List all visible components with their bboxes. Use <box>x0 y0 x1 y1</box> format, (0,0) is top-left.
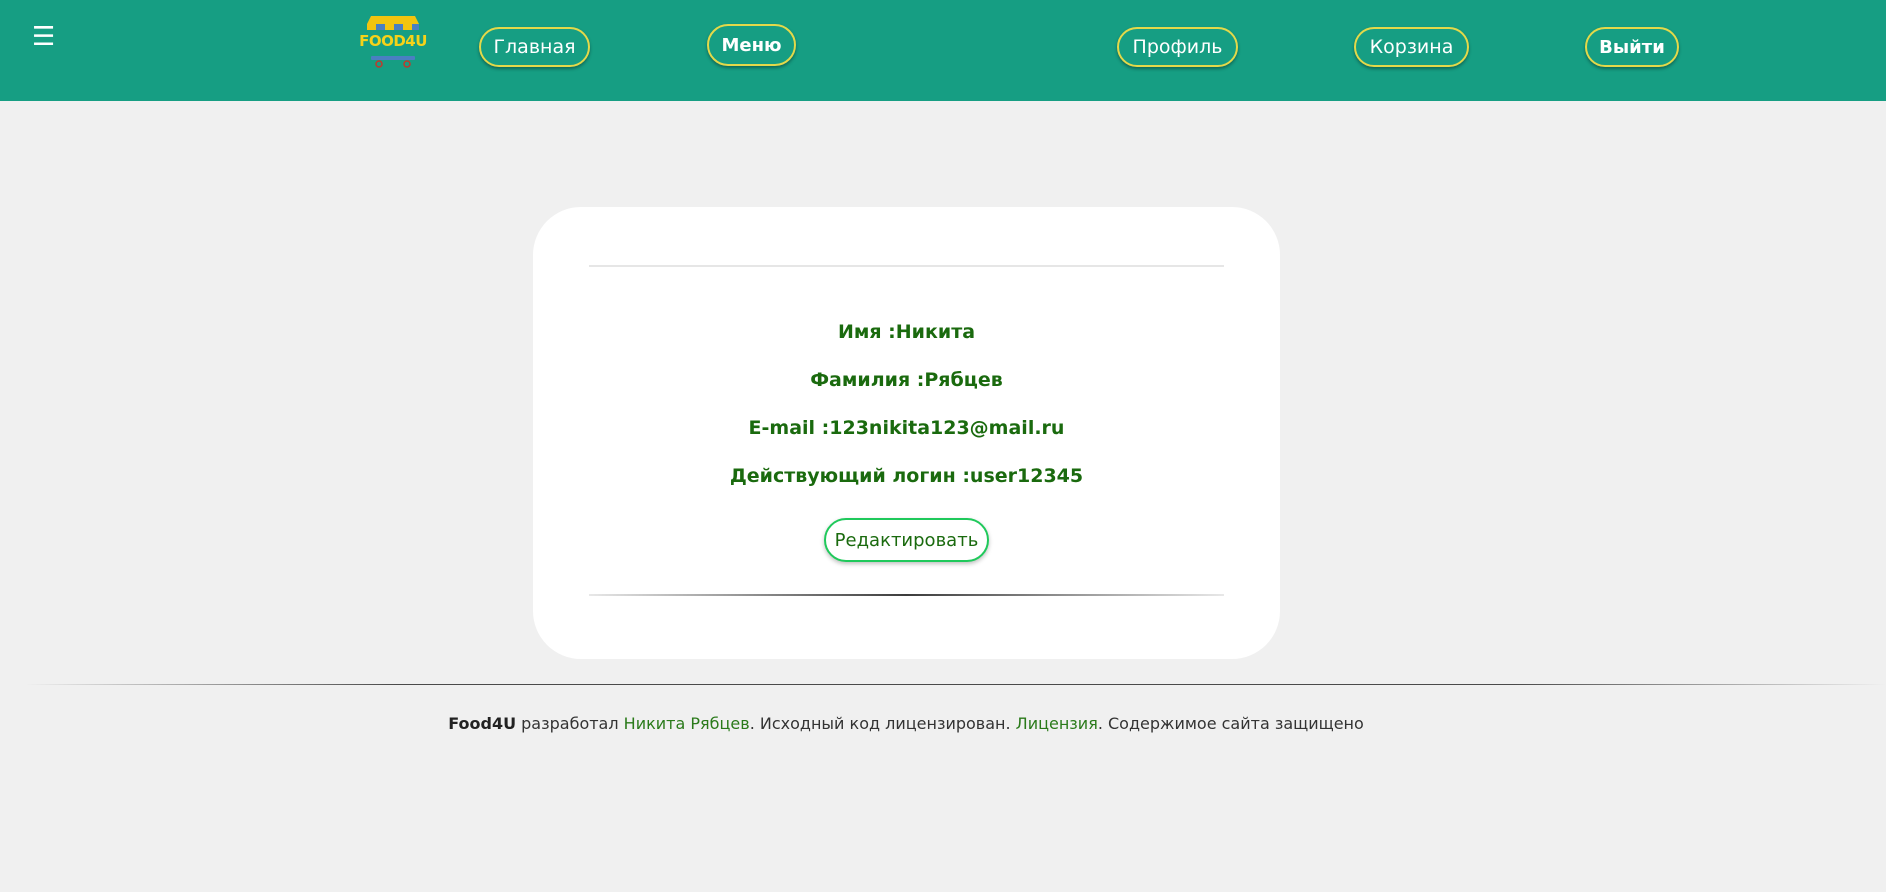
footer-author-link[interactable]: Никита Рябцев <box>624 714 750 733</box>
footer-license-link[interactable]: Лицензия <box>1016 714 1098 733</box>
footer-rights-text: . Содержимое сайта защищено <box>1097 714 1364 733</box>
logo-text: FOOD4U <box>359 32 427 50</box>
food4u-logo[interactable]: FOOD4U <box>357 14 429 70</box>
nav-home-button[interactable]: Главная <box>479 27 590 67</box>
navbar: ☰ FOOD4U Главная Меню Профиль Корзина Вы… <box>0 0 1886 101</box>
footer-source-text: . Исходный код лицензирован. <box>749 714 1016 733</box>
footer-divider <box>25 684 1886 685</box>
profile-login: Действующий логин :user12345 <box>729 465 1084 487</box>
hamburger-menu-icon[interactable]: ☰ <box>32 22 55 52</box>
nav-cart-button[interactable]: Корзина <box>1354 27 1469 67</box>
profile-surname: Фамилия :Рябцев <box>810 369 1003 391</box>
card-divider-top <box>589 265 1224 267</box>
footer-brand: Food4U <box>448 714 517 733</box>
nav-menu-button[interactable]: Меню <box>707 24 796 66</box>
logout-button[interactable]: Выйти <box>1585 27 1679 67</box>
footer: Food4U разработал Никита Рябцев. Исходны… <box>0 714 1812 733</box>
edit-profile-button[interactable]: Редактировать <box>824 518 989 562</box>
profile-email: E-mail :123nikita123@mail.ru <box>748 417 1065 439</box>
card-divider-bottom <box>589 594 1224 596</box>
profile-name: Имя :Никита <box>837 321 976 343</box>
nav-profile-button[interactable]: Профиль <box>1117 27 1238 67</box>
footer-developed-by: разработал <box>516 714 624 733</box>
profile-card: Имя :Никита Фамилия :Рябцев E-mail :123n… <box>533 207 1280 659</box>
